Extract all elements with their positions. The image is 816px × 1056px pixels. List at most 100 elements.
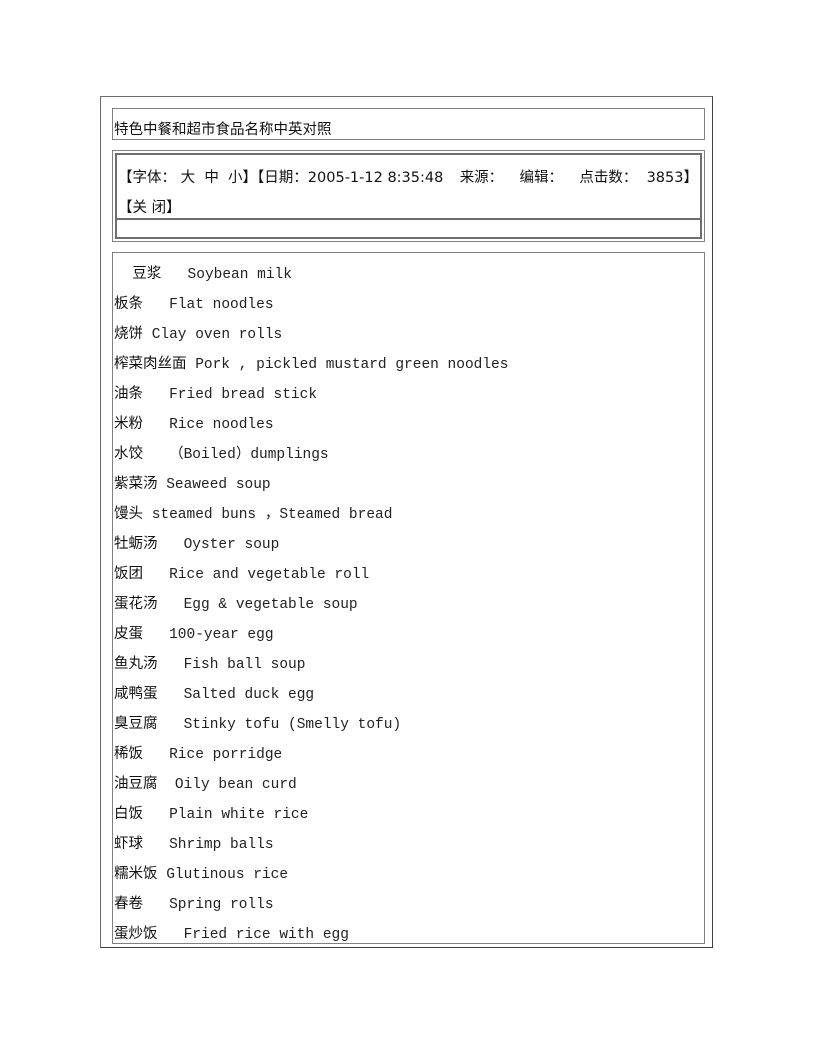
- list-item: 糯米饭 Glutinous rice: [114, 865, 288, 884]
- list-item: 稀饭 Rice porridge: [114, 745, 282, 764]
- english-name: Oily bean curd: [174, 777, 297, 793]
- font-size-label: 【字体：: [118, 170, 176, 186]
- editor-label: 编辑：: [519, 170, 564, 186]
- chinese-name: 春卷: [114, 896, 143, 912]
- date-label: 【日期：2005-1-12 8:35:48: [257, 170, 444, 186]
- list-item: 春卷 Spring rolls: [114, 895, 274, 914]
- font-small-link[interactable]: 小: [228, 170, 243, 186]
- list-item: 皮蛋 100-year egg: [114, 625, 274, 644]
- list-item: 板条 Flat noodles: [114, 295, 274, 314]
- list-item: 豆浆 Soybean milk: [114, 265, 292, 284]
- english-name: Pork , pickled mustard green noodles: [195, 357, 509, 373]
- list-item: 馒头 steamed buns ，Steamed bread: [114, 505, 392, 524]
- chinese-name: 皮蛋: [114, 626, 143, 642]
- english-name: Oyster soup: [183, 537, 280, 553]
- chinese-name: 臭豆腐: [114, 716, 158, 732]
- english-name: Plain white rice: [169, 807, 309, 823]
- list-item: 油豆腐 Oily bean curd: [114, 775, 297, 794]
- chinese-name: 咸鸭蛋: [114, 686, 158, 702]
- list-item: 牡蛎汤 Oyster soup: [114, 535, 279, 554]
- list-item: 饭团 Rice and vegetable roll: [114, 565, 369, 584]
- clicks-group: 点击数： 3853】: [579, 166, 698, 187]
- list-item: 虾球 Shrimp balls: [114, 835, 274, 854]
- chinese-name: 榨菜肉丝面: [114, 356, 187, 372]
- chinese-name: 糯米饭: [114, 866, 158, 882]
- english-name: Clay oven rolls: [151, 327, 283, 343]
- chinese-name: 蛋花汤: [114, 596, 158, 612]
- list-item: 油条 Fried bread stick: [114, 385, 317, 404]
- chinese-name: 牡蛎汤: [114, 536, 158, 552]
- english-name: （Boiled）dumplings: [169, 447, 329, 463]
- chinese-name: 豆浆: [114, 266, 162, 282]
- chinese-name: 稀饭: [114, 746, 143, 762]
- english-name: Rice noodles: [169, 417, 274, 433]
- english-name: Rice and vegetable roll: [169, 567, 370, 583]
- english-name: Fried bread stick: [169, 387, 318, 403]
- meta-inner-frame: 【字体： 大 中 小】【日期：2005-1-12 8:35:48 来源： 编辑：…: [115, 153, 702, 239]
- english-name: Rice porridge: [169, 747, 283, 763]
- meta-info-line: 【字体： 大 中 小】【日期：2005-1-12 8:35:48 来源： 编辑：…: [118, 166, 698, 187]
- chinese-name: 油豆腐: [114, 776, 158, 792]
- clicks-label: 点击数：: [579, 170, 638, 186]
- list-item: 紫菜汤 Seaweed soup: [114, 475, 271, 494]
- english-name: Seaweed soup: [166, 477, 271, 493]
- close-link[interactable]: 【关 闭】: [118, 200, 181, 216]
- list-item: 白饭 Plain white rice: [114, 805, 308, 824]
- chinese-name: 烧饼: [114, 326, 143, 342]
- english-name: Fried rice with egg: [183, 927, 349, 943]
- english-name: Stinky tofu (Smelly tofu): [183, 717, 402, 733]
- content-box: 豆浆 Soybean milk 板条 Flat noodles 烧饼 Clay ov…: [112, 252, 705, 944]
- list-item: 烧饼 Clay oven rolls: [114, 325, 282, 344]
- list-item: 蛋花汤 Egg & vegetable soup: [114, 595, 358, 614]
- english-name: Egg & vegetable soup: [183, 597, 358, 613]
- english-name: steamed buns ，Steamed bread: [151, 507, 393, 523]
- english-name: 100-year egg: [169, 627, 274, 643]
- font-large-link[interactable]: 大: [181, 170, 196, 186]
- page-title: 特色中餐和超市食品名称中英对照: [114, 122, 332, 138]
- close-link-line: 【关 闭】: [118, 196, 181, 217]
- english-name: Salted duck egg: [183, 687, 315, 703]
- english-name: Shrimp balls: [169, 837, 274, 853]
- chinese-name: 馒头: [114, 506, 143, 522]
- list-item: 米粉 Rice noodles: [114, 415, 274, 434]
- chinese-name: 虾球: [114, 836, 143, 852]
- source-label: 来源：: [459, 170, 504, 186]
- list-item: 鱼丸汤 Fish ball soup: [114, 655, 305, 674]
- chinese-name: 米粉: [114, 416, 143, 432]
- list-item: 臭豆腐 Stinky tofu (Smelly tofu): [114, 715, 401, 734]
- list-item: 榨菜肉丝面 Pork , pickled mustard green noodl…: [114, 355, 508, 374]
- font-medium-link[interactable]: 中: [204, 170, 219, 186]
- list-item: 蛋炒饭 Fried rice with egg: [114, 925, 349, 944]
- chinese-name: 饭团: [114, 566, 143, 582]
- font-size-close: 】: [242, 170, 258, 186]
- list-item: 水饺 （Boiled）dumplings: [114, 445, 329, 464]
- english-name: Fish ball soup: [183, 657, 306, 673]
- english-name: Glutinous rice: [166, 867, 289, 883]
- chinese-name: 蛋炒饭: [114, 926, 158, 942]
- title-box: 特色中餐和超市食品名称中英对照: [112, 108, 705, 140]
- chinese-name: 油条: [114, 386, 143, 402]
- english-name: Soybean milk: [187, 267, 292, 283]
- meta-divider: [117, 218, 700, 220]
- chinese-name: 鱼丸汤: [114, 656, 158, 672]
